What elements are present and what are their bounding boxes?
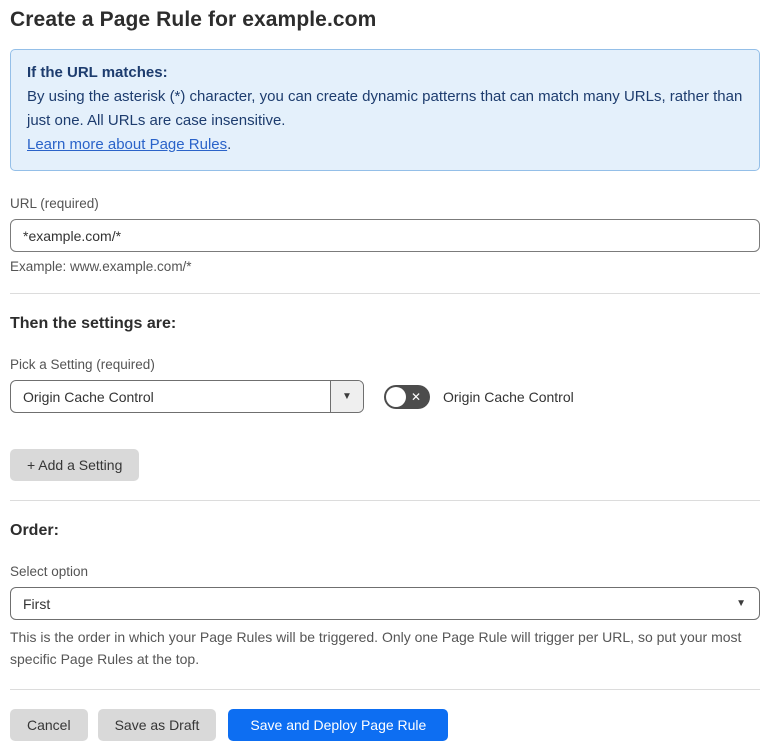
page-title: Create a Page Rule for example.com [10,8,377,31]
order-select[interactable]: First ▼ [10,587,760,620]
save-and-deploy-button[interactable]: Save and Deploy Page Rule [228,709,449,741]
setting-select[interactable]: Origin Cache Control ▼ [10,380,364,413]
url-example-hint: Example: www.example.com/* [10,259,192,274]
order-select-label: Select option [10,564,89,579]
chevron-down-icon: ▼ [342,391,352,402]
chevron-down-icon: ▼ [736,598,746,609]
footer-actions: Cancel Save as Draft Save and Deploy Pag… [10,709,760,741]
divider [10,293,760,294]
toggle-off-x-icon: ✕ [411,389,422,404]
save-as-draft-button[interactable]: Save as Draft [97,709,217,741]
info-box-heading: If the URL matches: [27,64,168,81]
toggle-label: Origin Cache Control [443,388,574,405]
info-box-link-line: Learn more about Page Rules. [27,133,743,157]
url-match-info-box: If the URL matches: By using the asteris… [10,49,760,171]
info-box-body: By using the asterisk (*) character, you… [27,88,743,129]
setting-row: Origin Cache Control ▼ ✕ Origin Cache Co… [10,380,760,413]
setting-select-value: Origin Cache Control [23,388,154,405]
cancel-button[interactable]: Cancel [10,709,88,741]
order-section-heading: Order: [10,522,59,539]
link-period: . [227,136,232,153]
learn-more-link[interactable]: Learn more about Page Rules [27,136,227,153]
origin-cache-control-toggle[interactable]: ✕ [384,384,430,409]
order-select-value: First [23,595,51,612]
add-setting-button[interactable]: + Add a Setting [10,449,140,481]
divider [10,500,760,501]
order-help-text: This is the order in which your Page Rul… [10,629,742,667]
toggle-knob [386,386,406,407]
divider [10,689,760,690]
url-input[interactable] [10,219,760,252]
url-field-label: URL (required) [10,196,99,211]
settings-section-heading: Then the settings are: [10,315,177,332]
page-rule-form: Create a Page Rule for example.com If th… [0,0,770,751]
setting-select-arrow-button[interactable]: ▼ [330,381,363,412]
pick-setting-label: Pick a Setting (required) [10,357,155,372]
